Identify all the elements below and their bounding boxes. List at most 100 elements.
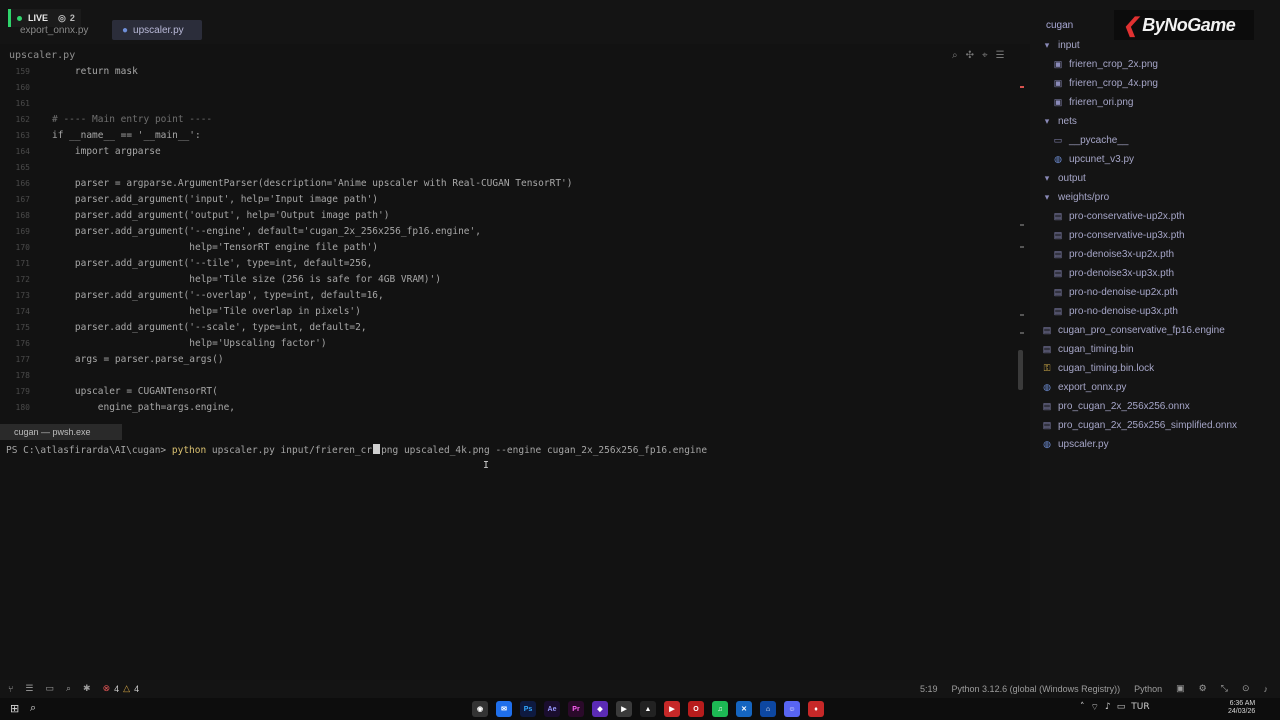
code-text: help='Upscaling factor') — [52, 338, 327, 349]
branch-icon[interactable]: ⑂ — [8, 684, 13, 694]
terminal-input-line[interactable]: PS C:\atlasfirarda\AI\cugan> python upsc… — [6, 444, 707, 456]
network-icon[interactable]: ⌔ — [1091, 702, 1099, 713]
tree-item[interactable]: ◍ upcunet_v3.py — [1053, 150, 1134, 169]
target-icon[interactable]: ⌖ — [982, 50, 988, 61]
messenger-icon[interactable]: ✉ — [496, 701, 512, 717]
tree-item[interactable]: ▾ output — [1042, 169, 1086, 188]
settings-icon[interactable]: ⚙ — [1199, 683, 1207, 694]
code-line[interactable]: 167 parser.add_argument('input', help='I… — [0, 192, 1020, 208]
opera-icon[interactable]: O — [688, 701, 704, 717]
code-line[interactable]: 166 parser = argparse.ArgumentParser(des… — [0, 176, 1020, 192]
notification-icon[interactable]: ♪ — [1263, 684, 1268, 694]
tree-item[interactable]: ▤ pro_cugan_2x_256x256_simplified.onnx — [1042, 416, 1237, 435]
code-line[interactable]: 163 if __name__ == '__main__': — [0, 128, 1020, 144]
code-line[interactable]: 172 help='Tile size (256 is safe for 4GB… — [0, 272, 1020, 288]
code-line[interactable]: 159 return mask — [0, 64, 1020, 80]
tree-item[interactable]: ▾ input — [1042, 36, 1080, 55]
tree-item[interactable]: ▾ weights/pro — [1042, 188, 1109, 207]
tab-export-onnx[interactable]: export_onnx.py — [10, 20, 98, 40]
battery-icon[interactable]: ▭ — [1117, 702, 1126, 713]
code-editor[interactable]: 159 return mask 160 161 162 # ---- Main entr… — [0, 64, 1020, 420]
code-line[interactable]: 160 — [0, 80, 1020, 96]
code-line[interactable]: 176 help='Upscaling factor') — [0, 336, 1020, 352]
tree-item[interactable]: ◍ upscaler.py — [1042, 435, 1109, 454]
tree-item[interactable]: ▤ pro-conservative-up2x.pth — [1053, 207, 1185, 226]
tree-item[interactable]: ▭ __pycache__ — [1053, 131, 1129, 150]
tree-item[interactable]: ▤ cugan_timing.bin — [1042, 340, 1134, 359]
code-line[interactable]: 178 — [0, 368, 1020, 384]
tree-item[interactable]: ▤ pro-denoise3x-up3x.pth — [1053, 264, 1174, 283]
language-indicator[interactable]: TUR — [1131, 702, 1149, 713]
code-text: return mask — [52, 66, 138, 77]
terminal-icon[interactable]: ▭ — [45, 683, 54, 694]
interpreter-selector[interactable]: Python 3.12.6 (global (Windows Registry)… — [952, 684, 1121, 694]
terminal-app-icon[interactable]: ▶ — [616, 701, 632, 717]
photoshop-icon[interactable]: Ps — [520, 701, 536, 717]
chevron-up-icon[interactable]: ˄ — [1080, 702, 1085, 713]
tree-item[interactable]: ⚿ cugan_timing.bin.lock — [1042, 359, 1155, 378]
line-number: 168 — [15, 211, 30, 220]
vscode-icon[interactable]: ✕ — [736, 701, 752, 717]
problems-indicator[interactable]: ⊗ 4 △ 4 — [103, 683, 140, 694]
language-mode[interactable]: Python — [1134, 684, 1162, 694]
code-line[interactable]: 171 parser.add_argument('--tile', type=i… — [0, 256, 1020, 272]
discord-icon[interactable]: ☺ — [784, 701, 800, 717]
volume-icon[interactable]: ♪ — [1105, 702, 1111, 713]
start-icon[interactable]: ⊞ — [10, 702, 19, 715]
cursor-app-icon[interactable]: ▲ — [640, 701, 656, 717]
tree-item[interactable]: ▤ pro_cugan_2x_256x256.onnx — [1042, 397, 1190, 416]
clock[interactable]: 6:36 AM 24/03/26 — [1228, 700, 1255, 716]
filter-icon[interactable]: ☰ — [996, 50, 1005, 61]
folder-open-icon: ▾ — [1044, 40, 1050, 50]
tree-item[interactable]: ▤ pro-no-denoise-up3x.pth — [1053, 302, 1178, 321]
tree-item[interactable]: ◍ export_onnx.py — [1042, 378, 1126, 397]
tree-item[interactable]: ▤ pro-denoise3x-up2x.pth — [1053, 245, 1174, 264]
youtube-icon[interactable]: ▶ — [664, 701, 680, 717]
cursor-position[interactable]: 5:19 — [920, 684, 938, 694]
code-line[interactable]: 180 engine_path=args.engine, — [0, 400, 1020, 416]
tree-item[interactable]: ▣ frieren_ori.png — [1053, 93, 1134, 112]
obsidian-icon[interactable]: ◆ — [592, 701, 608, 717]
code-line[interactable]: 161 — [0, 96, 1020, 112]
status-bar: ⑂ ☰ ▭ ⌕ ✱ ⊗ 4 △ 4 5:19 Python 3.12.6 (gl… — [0, 680, 1280, 698]
remote-icon[interactable]: ⤡ — [1221, 683, 1228, 694]
code-text: help='Tile size (256 is safe for 4GB VRA… — [52, 274, 441, 285]
account-icon[interactable]: ⊙ — [1242, 683, 1250, 694]
debug-icon[interactable]: ✱ — [83, 683, 91, 694]
tree-item[interactable]: ▤ pro-conservative-up3x.pth — [1053, 226, 1185, 245]
replace-icon[interactable]: ✣ — [966, 50, 974, 61]
tree-item[interactable]: ▾ nets — [1042, 112, 1077, 131]
code-line[interactable]: 177 args = parser.parse_args() — [0, 352, 1020, 368]
tree-item[interactable]: ▣ frieren_crop_2x.png — [1053, 55, 1158, 74]
scrollbar-thumb[interactable] — [1018, 350, 1023, 390]
code-line[interactable]: 170 help='TensorRT engine file path') — [0, 240, 1020, 256]
tree-item[interactable]: ▤ pro-no-denoise-up2x.pth — [1053, 283, 1178, 302]
code-line[interactable]: 162 # ---- Main entry point ---- — [0, 112, 1020, 128]
code-line[interactable]: 169 parser.add_argument('--engine', defa… — [0, 224, 1020, 240]
code-line[interactable]: 164 import argparse — [0, 144, 1020, 160]
code-line[interactable]: 173 parser.add_argument('--overlap', typ… — [0, 288, 1020, 304]
search-icon[interactable]: ⌕ — [952, 50, 958, 61]
code-line[interactable]: 168 parser.add_argument('output', help='… — [0, 208, 1020, 224]
premiere-icon[interactable]: Pr — [568, 701, 584, 717]
tree-item[interactable]: ▣ frieren_crop_4x.png — [1053, 74, 1158, 93]
search-icon[interactable]: ⌕ — [66, 683, 71, 694]
steam-icon[interactable]: ◉ — [472, 701, 488, 717]
tab-upscaler[interactable]: ● upscaler.py — [112, 20, 202, 40]
breadcrumb[interactable]: upscaler.py — [9, 50, 75, 61]
code-line[interactable]: 165 — [0, 160, 1020, 176]
tree-item[interactable]: ▤ cugan_pro_conservative_fp16.engine — [1042, 321, 1225, 340]
brave-icon[interactable]: ♦ — [808, 701, 824, 717]
code-line[interactable]: 175 parser.add_argument('--scale', type=… — [0, 320, 1020, 336]
code-line[interactable]: 174 help='Tile overlap in pixels') — [0, 304, 1020, 320]
list-icon[interactable]: ☰ — [25, 683, 33, 694]
after-effects-icon[interactable]: Ae — [544, 701, 560, 717]
explorer-root[interactable]: cugan — [1046, 20, 1073, 31]
search-icon[interactable]: ⌕ — [30, 701, 36, 715]
code-line[interactable]: 179 upscaler = CUGANTensorRT( — [0, 384, 1020, 400]
steam-store-icon[interactable]: ⌂ — [760, 701, 776, 717]
layout-icon[interactable]: ▣ — [1176, 683, 1185, 694]
spotify-icon[interactable]: ♫ — [712, 701, 728, 717]
terminal-panel[interactable]: PS C:\atlasfirarda\AI\cugan> python upsc… — [0, 440, 1030, 680]
terminal-tab[interactable]: cugan — pwsh.exe — [0, 424, 122, 440]
